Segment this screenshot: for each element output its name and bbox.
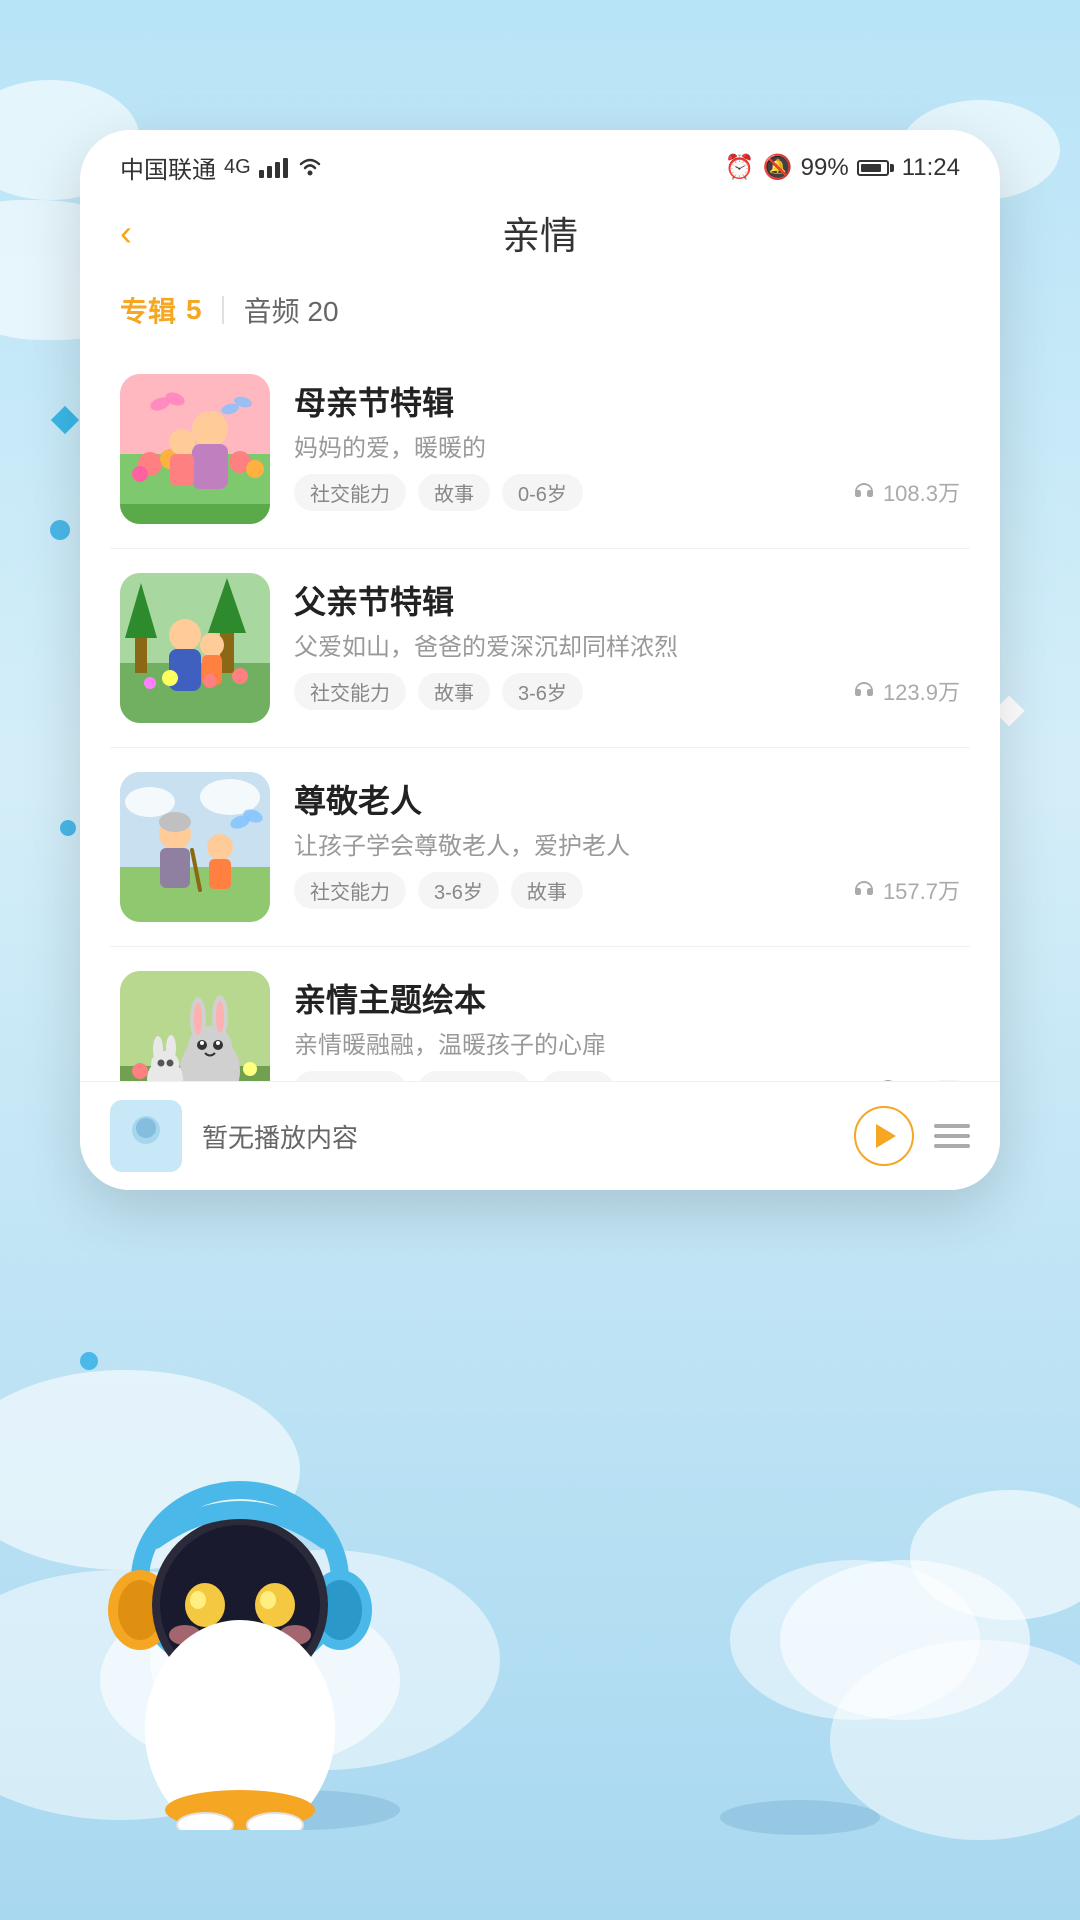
decoration-dot-3 xyxy=(80,1352,98,1370)
ground-shadow-2 xyxy=(720,1800,880,1835)
header: ‹ 亲情 xyxy=(80,195,1000,280)
album-info: 亲情主题绘本 亲情暖融融，温暖孩子的心扉 社交能力 亲子交往 绘本 5.2万 xyxy=(294,971,960,1081)
play-bar-title: 暂无播放内容 xyxy=(202,1118,834,1155)
battery-percent: 99% xyxy=(801,154,849,182)
albums-count: 5 xyxy=(186,294,202,326)
tags-row: 社交能力 3-6岁故事 157.7万 xyxy=(294,872,960,909)
list-line-1 xyxy=(934,1124,970,1128)
album-description: 妈妈的爱，暖暖的 xyxy=(294,432,960,466)
battery-fill xyxy=(861,164,881,172)
tag: 社交能力 xyxy=(294,872,406,909)
play-button[interactable] xyxy=(854,1106,914,1166)
album-title: 亲情主题绘本 xyxy=(294,975,960,1021)
album-thumbnail xyxy=(120,374,270,524)
list-line-2 xyxy=(934,1134,970,1138)
album-item[interactable]: 母亲节特辑 妈妈的爱，暖暖的 社交能力故事 0-6岁 108.3万 xyxy=(110,350,970,549)
tags-left: 社交能力 3-6岁故事 xyxy=(294,872,583,909)
tag: 绘本 xyxy=(542,1071,614,1081)
play-count: 123.9万 xyxy=(853,675,960,707)
signal-bar-1 xyxy=(259,170,264,178)
decoration-dot-1 xyxy=(50,520,70,540)
freq-label: 音频 20 xyxy=(244,290,339,330)
wifi-icon xyxy=(296,154,324,182)
album-item[interactable]: 父亲节特辑 父爱如山，爸爸的爱深沉却同样浓烈 社交能力故事 3-6岁 123.9万 xyxy=(110,549,970,748)
battery-tip xyxy=(890,164,894,172)
albums-label: 专辑 xyxy=(120,290,176,330)
album-info: 父亲节特辑 父爱如山，爸爸的爱深沉却同样浓烈 社交能力故事 3-6岁 123.9万 xyxy=(294,573,960,710)
headphone-icon xyxy=(853,879,875,901)
decoration-dot-2 xyxy=(60,820,76,836)
back-button[interactable]: ‹ xyxy=(120,212,132,254)
content-list[interactable]: 母亲节特辑 妈妈的爱，暖暖的 社交能力故事0-6岁 108.3万 xyxy=(80,350,1000,1081)
signal-bars xyxy=(259,158,288,178)
playlist-button[interactable] xyxy=(934,1124,970,1148)
tag: 社交能力 xyxy=(294,1071,406,1081)
tags-row: 社交能力故事 0-6岁 108.3万 xyxy=(294,474,960,511)
album-description: 让孩子学会尊敬老人，爱护老人 xyxy=(294,830,960,864)
play-count: 108.3万 xyxy=(853,476,960,508)
stats-albums: 专辑 5 xyxy=(120,290,202,330)
mute-icon: 🔕 xyxy=(763,153,793,182)
album-item[interactable]: 亲情主题绘本 亲情暖融融，温暖孩子的心扉 社交能力 亲子交往 绘本 5.2万 xyxy=(110,947,970,1081)
album-thumbnail xyxy=(120,573,270,723)
play-count: 5.2万 xyxy=(877,1073,960,1081)
decoration-diamond-1 xyxy=(51,406,79,434)
album-description: 父爱如山，爸爸的爱深沉却同样浓烈 xyxy=(294,631,960,665)
alarm-icon: ⏰ xyxy=(725,153,755,182)
headphone-icon xyxy=(853,680,875,702)
status-right: ⏰ 🔕 99% 11:24 xyxy=(725,153,960,182)
signal-bar-4 xyxy=(283,158,288,178)
list-line-3 xyxy=(934,1144,970,1148)
phone-card: 中国联通 4G ⏰ 🔕 99% xyxy=(80,130,1000,1190)
tags-left: 社交能力 亲子交往 绘本 xyxy=(294,1071,614,1081)
tag: 3-6岁 xyxy=(502,673,583,710)
tags-row: 社交能力 亲子交往 绘本 5.2万 xyxy=(294,1071,960,1081)
album-title: 母亲节特辑 xyxy=(294,378,960,424)
robot-mascot xyxy=(100,1450,380,1830)
tag: 亲子交往 xyxy=(418,1071,530,1081)
album-item[interactable]: 尊敬老人 让孩子学会尊敬老人，爱护老人 社交能力 3-6岁故事 157.7万 xyxy=(110,748,970,947)
page-title: 亲情 xyxy=(502,205,578,260)
network-type: 4G xyxy=(224,156,251,179)
play-triangle-icon xyxy=(876,1124,896,1148)
tag: 故事 xyxy=(418,673,490,710)
bg-cloud-5 xyxy=(780,1560,1030,1720)
play-count-text: 5.2万 xyxy=(907,1073,960,1081)
play-count-text: 123.9万 xyxy=(883,675,960,707)
album-title: 父亲节特辑 xyxy=(294,577,960,623)
tag: 故事 xyxy=(418,474,490,511)
tag: 故事 xyxy=(511,872,583,909)
play-count: 157.7万 xyxy=(853,874,960,906)
tag: 0-6岁 xyxy=(502,474,583,511)
tags-left: 社交能力故事 3-6岁 xyxy=(294,673,583,710)
tag: 社交能力 xyxy=(294,474,406,511)
signal-bar-3 xyxy=(275,162,280,178)
play-bar-thumb xyxy=(110,1100,182,1172)
tags-left: 社交能力故事 0-6岁 xyxy=(294,474,583,511)
signal-bar-2 xyxy=(267,166,272,178)
headphone-icon xyxy=(853,481,875,503)
album-thumbnail xyxy=(120,971,270,1081)
tag: 社交能力 xyxy=(294,673,406,710)
tags-row: 社交能力故事 3-6岁 123.9万 xyxy=(294,673,960,710)
battery-icon xyxy=(857,160,894,176)
play-bar: 暂无播放内容 xyxy=(80,1081,1000,1190)
status-bar: 中国联通 4G ⏰ 🔕 99% xyxy=(80,130,1000,195)
play-count-text: 157.7万 xyxy=(883,874,960,906)
carrier-text: 中国联通 xyxy=(120,150,216,185)
album-thumbnail xyxy=(120,772,270,922)
album-description: 亲情暖融融，温暖孩子的心扉 xyxy=(294,1029,960,1063)
play-count-text: 108.3万 xyxy=(883,476,960,508)
stats-bar: 专辑 5 音频 20 xyxy=(80,280,1000,350)
album-info: 尊敬老人 让孩子学会尊敬老人，爱护老人 社交能力 3-6岁故事 157.7万 xyxy=(294,772,960,909)
battery-body xyxy=(857,160,889,176)
album-info: 母亲节特辑 妈妈的爱，暖暖的 社交能力故事 0-6岁 108.3万 xyxy=(294,374,960,511)
tag: 3-6岁 xyxy=(418,872,499,909)
stats-divider xyxy=(222,296,224,324)
time-display: 11:24 xyxy=(902,154,960,182)
album-title: 尊敬老人 xyxy=(294,776,960,822)
status-left: 中国联通 4G xyxy=(120,150,324,185)
